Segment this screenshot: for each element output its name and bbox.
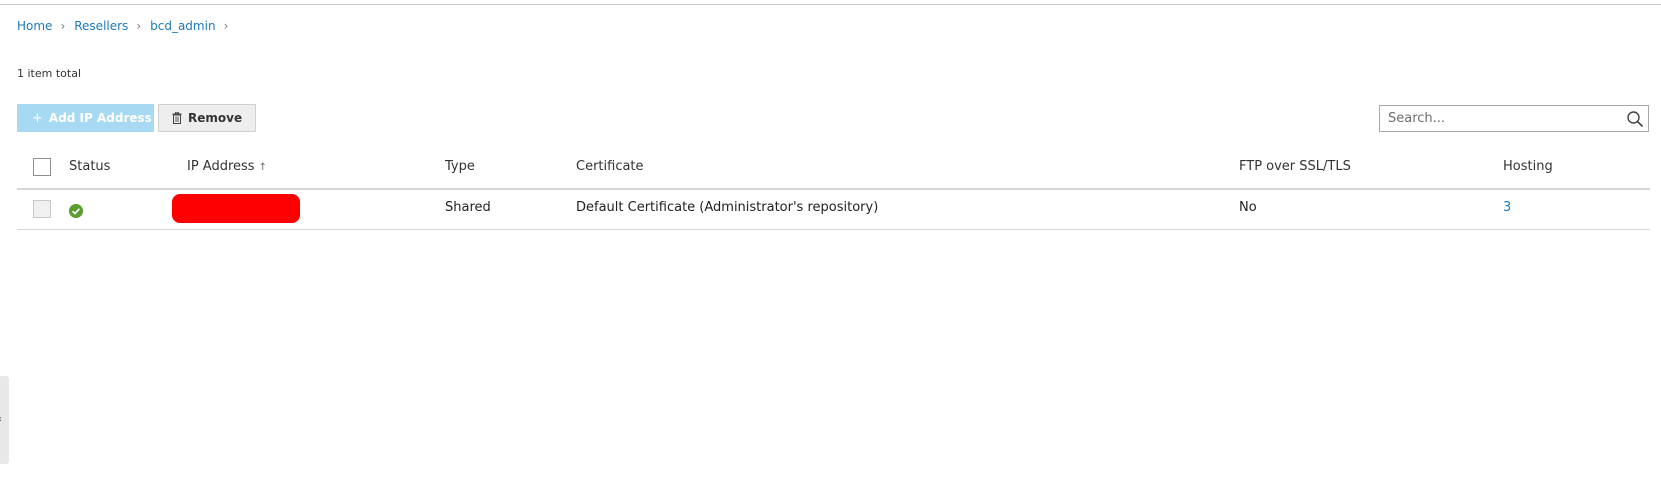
top-border (0, 4, 1661, 5)
row-divider (17, 229, 1650, 230)
header-divider (17, 188, 1650, 190)
magnifier-icon[interactable] (1626, 110, 1644, 132)
breadcrumb-bcd-admin[interactable]: bcd_admin (150, 19, 215, 33)
add-ip-address-label: Add IP Address (48, 111, 152, 125)
search-box (1379, 105, 1649, 132)
breadcrumb-home[interactable]: Home (17, 19, 52, 33)
column-header-certificate[interactable]: Certificate (576, 159, 644, 174)
cell-hosting-link[interactable]: 3 (1503, 200, 1511, 215)
column-header-status[interactable]: Status (69, 159, 110, 174)
search-input[interactable] (1380, 105, 1620, 132)
trash-icon (172, 112, 182, 124)
breadcrumb: Home › Resellers › bcd_admin › (17, 19, 237, 33)
sort-ascending-icon: ↑ (258, 162, 267, 173)
breadcrumb-separator-icon: › (60, 19, 66, 33)
column-header-hosting[interactable]: Hosting (1503, 159, 1553, 174)
ip-address-header-label: IP Address (187, 159, 255, 174)
breadcrumb-separator-icon: › (223, 19, 229, 33)
add-ip-address-button[interactable]: + Add IP Address (17, 104, 154, 132)
column-header-ip-address[interactable]: IP Address ↑ (187, 159, 267, 174)
remove-button[interactable]: Remove (158, 104, 256, 132)
cell-ftp-over-ssl: No (1239, 200, 1257, 215)
remove-label: Remove (188, 111, 243, 125)
column-header-type[interactable]: Type (445, 159, 475, 174)
plus-icon: + (32, 110, 43, 126)
breadcrumb-resellers[interactable]: Resellers (74, 19, 128, 33)
item-total-count: 1 item total (17, 67, 81, 80)
status-ok-icon (69, 203, 83, 222)
side-panel-toggle[interactable]: ‹ (0, 376, 9, 464)
row-checkbox[interactable] (33, 200, 51, 218)
select-all-checkbox[interactable] (33, 158, 51, 176)
cell-type: Shared (445, 200, 491, 215)
cell-certificate: Default Certificate (Administrator's rep… (576, 200, 879, 215)
chevron-left-icon: ‹ (0, 414, 2, 425)
breadcrumb-separator-icon: › (136, 19, 142, 33)
column-header-ftp-over-ssl[interactable]: FTP over SSL/TLS (1239, 159, 1351, 174)
ip-address-redacted (172, 194, 300, 223)
